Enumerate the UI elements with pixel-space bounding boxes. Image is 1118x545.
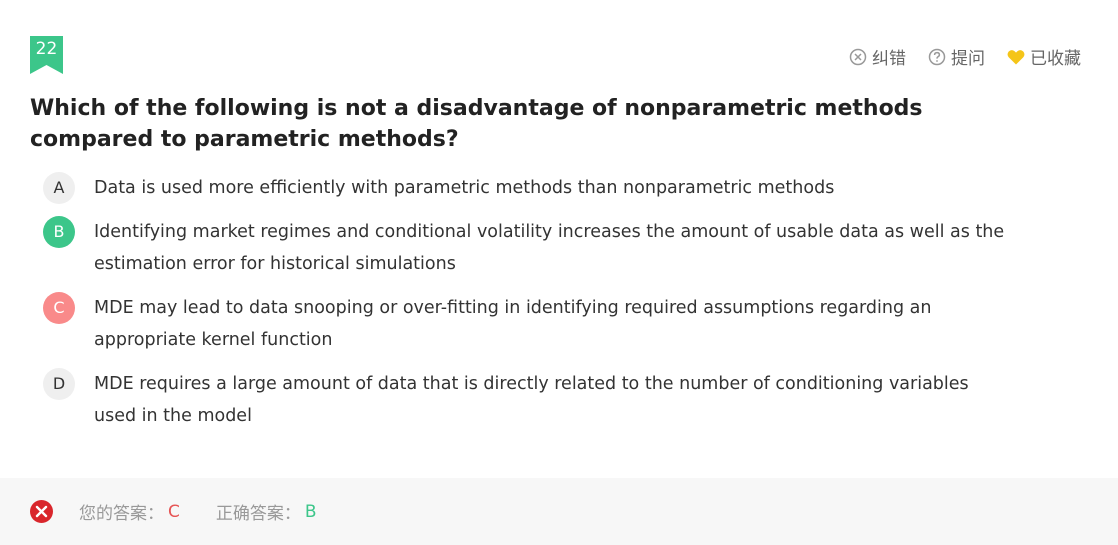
option-a[interactable]: A Data is used more efficiently with par…: [43, 172, 1053, 204]
report-error-button[interactable]: 纠错: [849, 44, 906, 69]
option-b[interactable]: B Identifying market regimes and conditi…: [43, 216, 1053, 280]
answer-options: A Data is used more efficiently with par…: [43, 172, 1053, 444]
favorite-label: 已收藏: [1030, 49, 1081, 69]
answer-result-bar: 您的答案： C 正确答案： B: [0, 478, 1118, 545]
question-circle-icon: [928, 48, 946, 65]
ask-question-label: 提问: [951, 49, 985, 69]
question-text: Which of the following is not a disadvan…: [30, 96, 923, 152]
wrong-answer-icon: [30, 500, 53, 523]
your-answer-label: 您的答案：: [79, 504, 164, 524]
question-number-badge: 22: [30, 36, 63, 74]
report-error-label: 纠错: [872, 49, 906, 69]
question-card: 22 纠错 提问 已收藏 Which of the following is n…: [0, 0, 1118, 478]
question-number: 22: [35, 39, 58, 59]
option-letter: C: [43, 292, 75, 324]
option-text: Data is used more efficiently with param…: [94, 178, 835, 198]
correct-answer-value: B: [304, 501, 317, 522]
favorite-button[interactable]: 已收藏: [1007, 44, 1081, 69]
option-c[interactable]: C MDE may lead to data snooping or over-…: [43, 292, 1053, 356]
question-toolbar: 纠错 提问 已收藏: [849, 44, 1081, 69]
error-circle-icon: [30, 500, 53, 523]
your-answer-value: C: [168, 501, 180, 522]
option-letter: D: [43, 368, 75, 400]
close-circle-icon: [849, 48, 867, 65]
ask-question-button[interactable]: 提问: [928, 44, 985, 69]
option-d[interactable]: D MDE requires a large amount of data th…: [43, 368, 1053, 432]
option-text: Identifying market regimes and condition…: [94, 222, 1005, 274]
option-text: MDE may lead to data snooping or over-fi…: [94, 298, 932, 350]
correct-answer-label: 正确答案：: [215, 504, 301, 524]
option-letter: B: [43, 216, 75, 248]
option-letter: A: [43, 172, 75, 204]
heart-icon: [1007, 49, 1025, 64]
option-text: MDE requires a large amount of data that…: [94, 374, 969, 426]
